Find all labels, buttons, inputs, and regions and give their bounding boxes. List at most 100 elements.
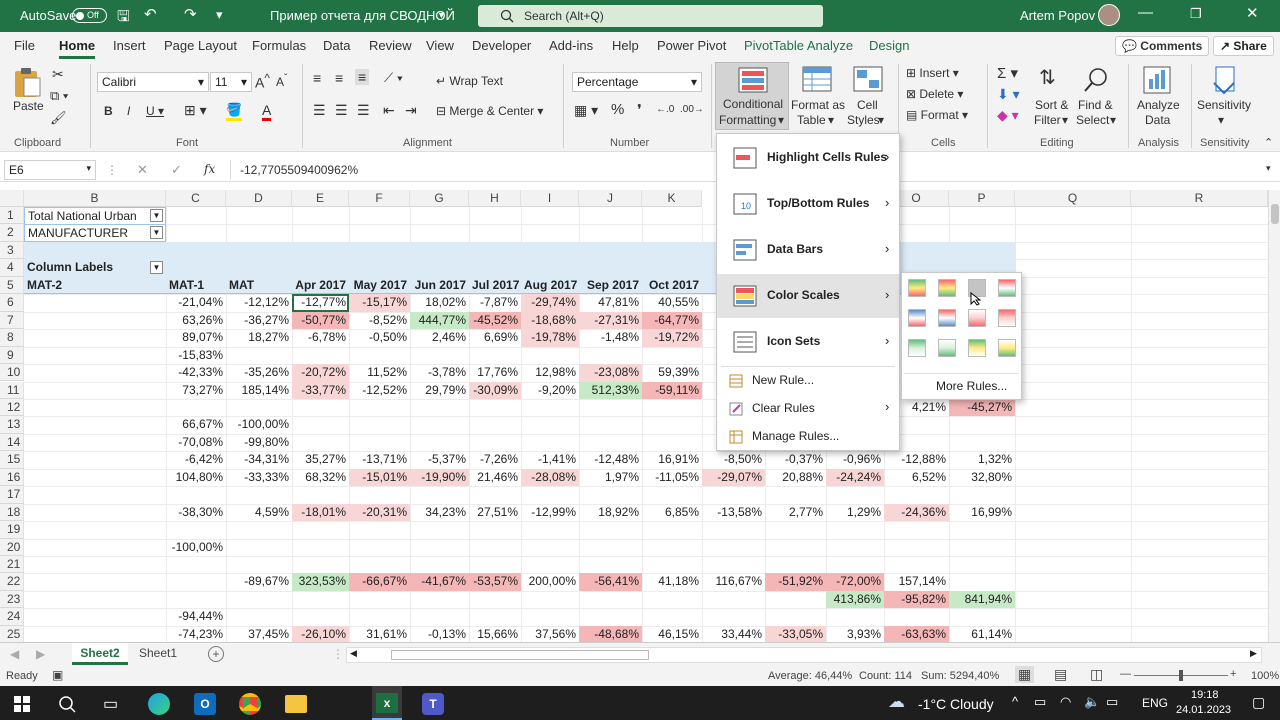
column-header[interactable]: K — [642, 190, 702, 207]
menu-color-scales[interactable]: Color Scales › — [717, 274, 899, 318]
table-cell[interactable]: 104,80% — [166, 469, 226, 487]
expand-formula-icon[interactable]: ▾ — [1266, 163, 1271, 174]
table-cell[interactable]: 413,86% — [826, 590, 884, 609]
table-cell[interactable]: -63,63% — [884, 625, 949, 642]
table-cell[interactable]: 61,14% — [949, 626, 1015, 642]
column-label[interactable]: MAT-1 — [166, 277, 226, 295]
table-cell[interactable]: -30,09% — [469, 381, 521, 399]
tab-power-pivot[interactable]: Power Pivot — [657, 38, 726, 53]
cancel-icon[interactable]: ✕ — [137, 162, 148, 178]
table-cell[interactable]: 2,77% — [765, 504, 826, 522]
color-scale-swatch[interactable] — [938, 339, 956, 357]
format-as-table-label2[interactable]: Table — [797, 113, 826, 127]
fx-icon[interactable]: fx — [204, 162, 215, 176]
table-cell[interactable]: -33,05% — [765, 625, 826, 642]
table-cell[interactable]: 6,69% — [469, 329, 521, 347]
table-cell[interactable]: -24,24% — [826, 468, 884, 487]
row-header[interactable]: 18 — [0, 503, 24, 522]
table-cell[interactable]: -99,80% — [226, 434, 292, 452]
table-cell[interactable] — [166, 573, 226, 591]
table-cell[interactable]: -1,48% — [579, 329, 642, 347]
table-cell[interactable]: -9,20% — [521, 382, 579, 400]
table-cell[interactable]: 66,67% — [166, 416, 226, 434]
language-indicator[interactable]: ENG — [1142, 696, 1168, 710]
column-header[interactable]: E — [292, 190, 349, 207]
table-cell[interactable] — [469, 608, 521, 626]
align-right-icon[interactable]: ☰ — [357, 102, 370, 119]
table-cell[interactable] — [292, 608, 349, 626]
table-cell[interactable]: 40,55% — [642, 294, 702, 312]
table-cell[interactable] — [410, 539, 469, 557]
column-label[interactable]: Aug 2017 — [521, 277, 579, 295]
table-cell[interactable]: -21,04% — [166, 294, 226, 312]
grow-font-icon[interactable]: A^ — [255, 72, 270, 91]
volume-icon[interactable]: 🔈 — [1084, 694, 1100, 710]
shrink-font-icon[interactable]: Aˇ — [276, 73, 287, 89]
table-cell[interactable] — [642, 539, 702, 557]
name-box[interactable]: E6 ▾ — [4, 160, 96, 180]
table-cell[interactable]: -8,52% — [349, 312, 410, 330]
task-view-icon[interactable]: ▭ — [103, 694, 118, 714]
table-cell[interactable]: 21,46% — [469, 469, 521, 487]
menu-data-bars[interactable]: Data Bars › — [717, 228, 899, 272]
table-cell[interactable]: 16,99% — [949, 504, 1015, 522]
menu-new-rule[interactable]: New Rule... — [717, 368, 899, 394]
table-cell[interactable]: 46,15% — [642, 626, 702, 642]
row-header[interactable]: 15 — [0, 451, 24, 469]
table-cell[interactable] — [349, 416, 410, 434]
font-color-icon[interactable]: A — [262, 102, 272, 121]
table-cell[interactable] — [469, 434, 521, 452]
table-cell[interactable]: 17,76% — [469, 364, 521, 382]
normal-view-icon[interactable]: ▦ — [1015, 666, 1035, 683]
align-top-icon[interactable]: ≡ — [313, 70, 321, 86]
table-cell[interactable]: -15,17% — [349, 294, 410, 312]
table-cell[interactable]: 29,79% — [410, 382, 469, 400]
table-cell[interactable]: -41,67% — [410, 573, 469, 591]
notifications-icon[interactable]: ▢ — [1252, 694, 1265, 711]
table-cell[interactable]: -45,52% — [469, 311, 521, 330]
table-cell[interactable]: 63,26% — [166, 312, 226, 330]
table-cell[interactable]: -0,13% — [410, 626, 469, 642]
align-left-icon[interactable]: ☰ — [313, 102, 326, 119]
table-cell[interactable]: -19,78% — [521, 329, 579, 347]
table-cell[interactable]: 116,67% — [702, 573, 765, 591]
taskbar-search-icon[interactable] — [58, 695, 76, 713]
table-cell[interactable] — [349, 608, 410, 626]
table-cell[interactable] — [579, 416, 642, 434]
clock-time[interactable]: 19:18 — [1191, 689, 1219, 701]
column-header[interactable]: H — [469, 190, 521, 207]
row-header[interactable]: 7 — [0, 311, 24, 330]
comments-button[interactable]: 💬 Comments — [1115, 36, 1210, 56]
format-as-table-icon[interactable] — [802, 66, 832, 92]
analyze-data-icon[interactable] — [1142, 65, 1172, 95]
tab-options-icon[interactable]: ⋮ — [332, 647, 344, 661]
increase-indent-icon[interactable]: ⇥ — [405, 102, 417, 119]
table-cell[interactable] — [410, 608, 469, 626]
table-cell[interactable]: -6,78% — [292, 329, 349, 347]
table-cell[interactable]: -27,31% — [579, 311, 642, 330]
accounting-format-icon[interactable]: ▦ ▾ — [574, 102, 598, 119]
table-cell[interactable]: -29,74% — [521, 294, 579, 312]
paste-label[interactable]: Paste — [13, 99, 44, 113]
table-cell[interactable]: -12,12% — [226, 294, 292, 312]
table-cell[interactable]: 1,29% — [826, 504, 884, 522]
tab-add-ins[interactable]: Add-ins — [549, 38, 593, 53]
decrease-decimal-icon[interactable]: .00→ — [680, 104, 704, 115]
column-header[interactable]: C — [166, 190, 226, 207]
collapse-ribbon-icon[interactable]: ⌃ — [1264, 136, 1273, 149]
table-cell[interactable]: 27,51% — [469, 504, 521, 522]
find-select-label2[interactable]: Select — [1076, 113, 1109, 127]
sort-filter-button[interactable]: Sort & — [1035, 98, 1068, 112]
clear-icon[interactable]: ◆ ▾ — [997, 107, 1019, 124]
font-name-select[interactable]: Calibri ▾ — [97, 72, 209, 92]
tab-design[interactable]: Design — [869, 38, 909, 53]
scroll-left-icon[interactable]: ◀ — [350, 648, 357, 659]
avatar[interactable] — [1098, 4, 1120, 26]
table-cell[interactable]: -100,00% — [226, 416, 292, 434]
column-label[interactable]: Sep 2017 — [579, 277, 642, 295]
table-cell[interactable]: 3,93% — [826, 626, 884, 642]
prev-sheet-icon[interactable]: ◀ — [10, 647, 19, 661]
insert-cells-button[interactable]: ⊞ Insert ▾ — [906, 66, 959, 80]
table-cell[interactable]: -53,57% — [469, 573, 521, 591]
cut-icon[interactable]: ✂ — [52, 66, 64, 83]
